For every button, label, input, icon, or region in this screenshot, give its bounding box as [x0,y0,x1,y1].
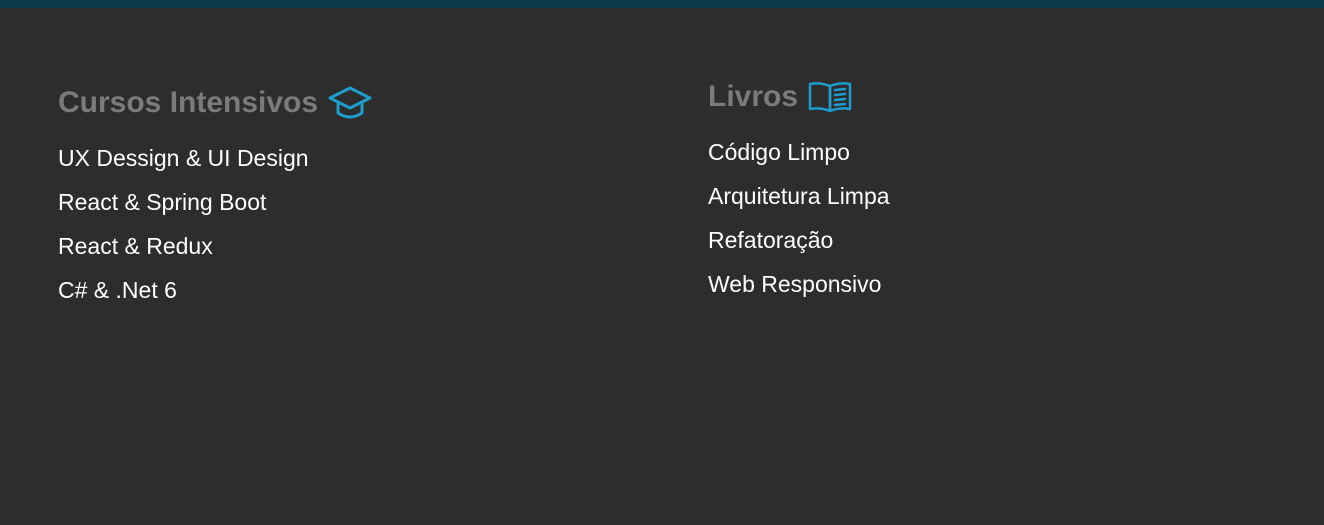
book-link-codigo-limpo[interactable]: Código Limpo [708,139,850,165]
list-item: React & Spring Boot [58,188,372,232]
course-link-react-redux[interactable]: React & Redux [58,233,213,259]
books-section: Livros Código Limpo Arquitetura Limpa Re… [708,78,890,314]
list-item: Refatoração [708,226,890,270]
top-accent-bar [0,0,1324,8]
list-item: UX Dessign & UI Design [58,144,372,188]
list-item: C# & .Net 6 [58,276,372,320]
course-link-ux-ui[interactable]: UX Dessign & UI Design [58,145,309,171]
book-link-web-responsivo[interactable]: Web Responsivo [708,271,881,297]
course-link-csharp-net[interactable]: C# & .Net 6 [58,277,177,303]
book-link-arquitetura-limpa[interactable]: Arquitetura Limpa [708,183,890,209]
courses-title: Cursos Intensivos [58,86,319,119]
open-book-icon [807,80,853,114]
courses-heading: Cursos Intensivos [58,84,372,122]
list-item: React & Redux [58,232,372,276]
courses-section: Cursos Intensivos UX Dessign & UI Design… [58,84,372,320]
list-item: Arquitetura Limpa [708,182,890,226]
courses-list: UX Dessign & UI Design React & Spring Bo… [58,144,372,320]
book-link-refatoracao[interactable]: Refatoração [708,227,833,253]
list-item: Web Responsivo [708,270,890,314]
list-item: Código Limpo [708,138,890,182]
books-title: Livros [708,80,799,113]
course-link-react-spring[interactable]: React & Spring Boot [58,189,266,215]
books-heading: Livros [708,78,890,116]
books-list: Código Limpo Arquitetura Limpa Refatoraç… [708,138,890,314]
graduation-cap-icon [328,84,372,122]
